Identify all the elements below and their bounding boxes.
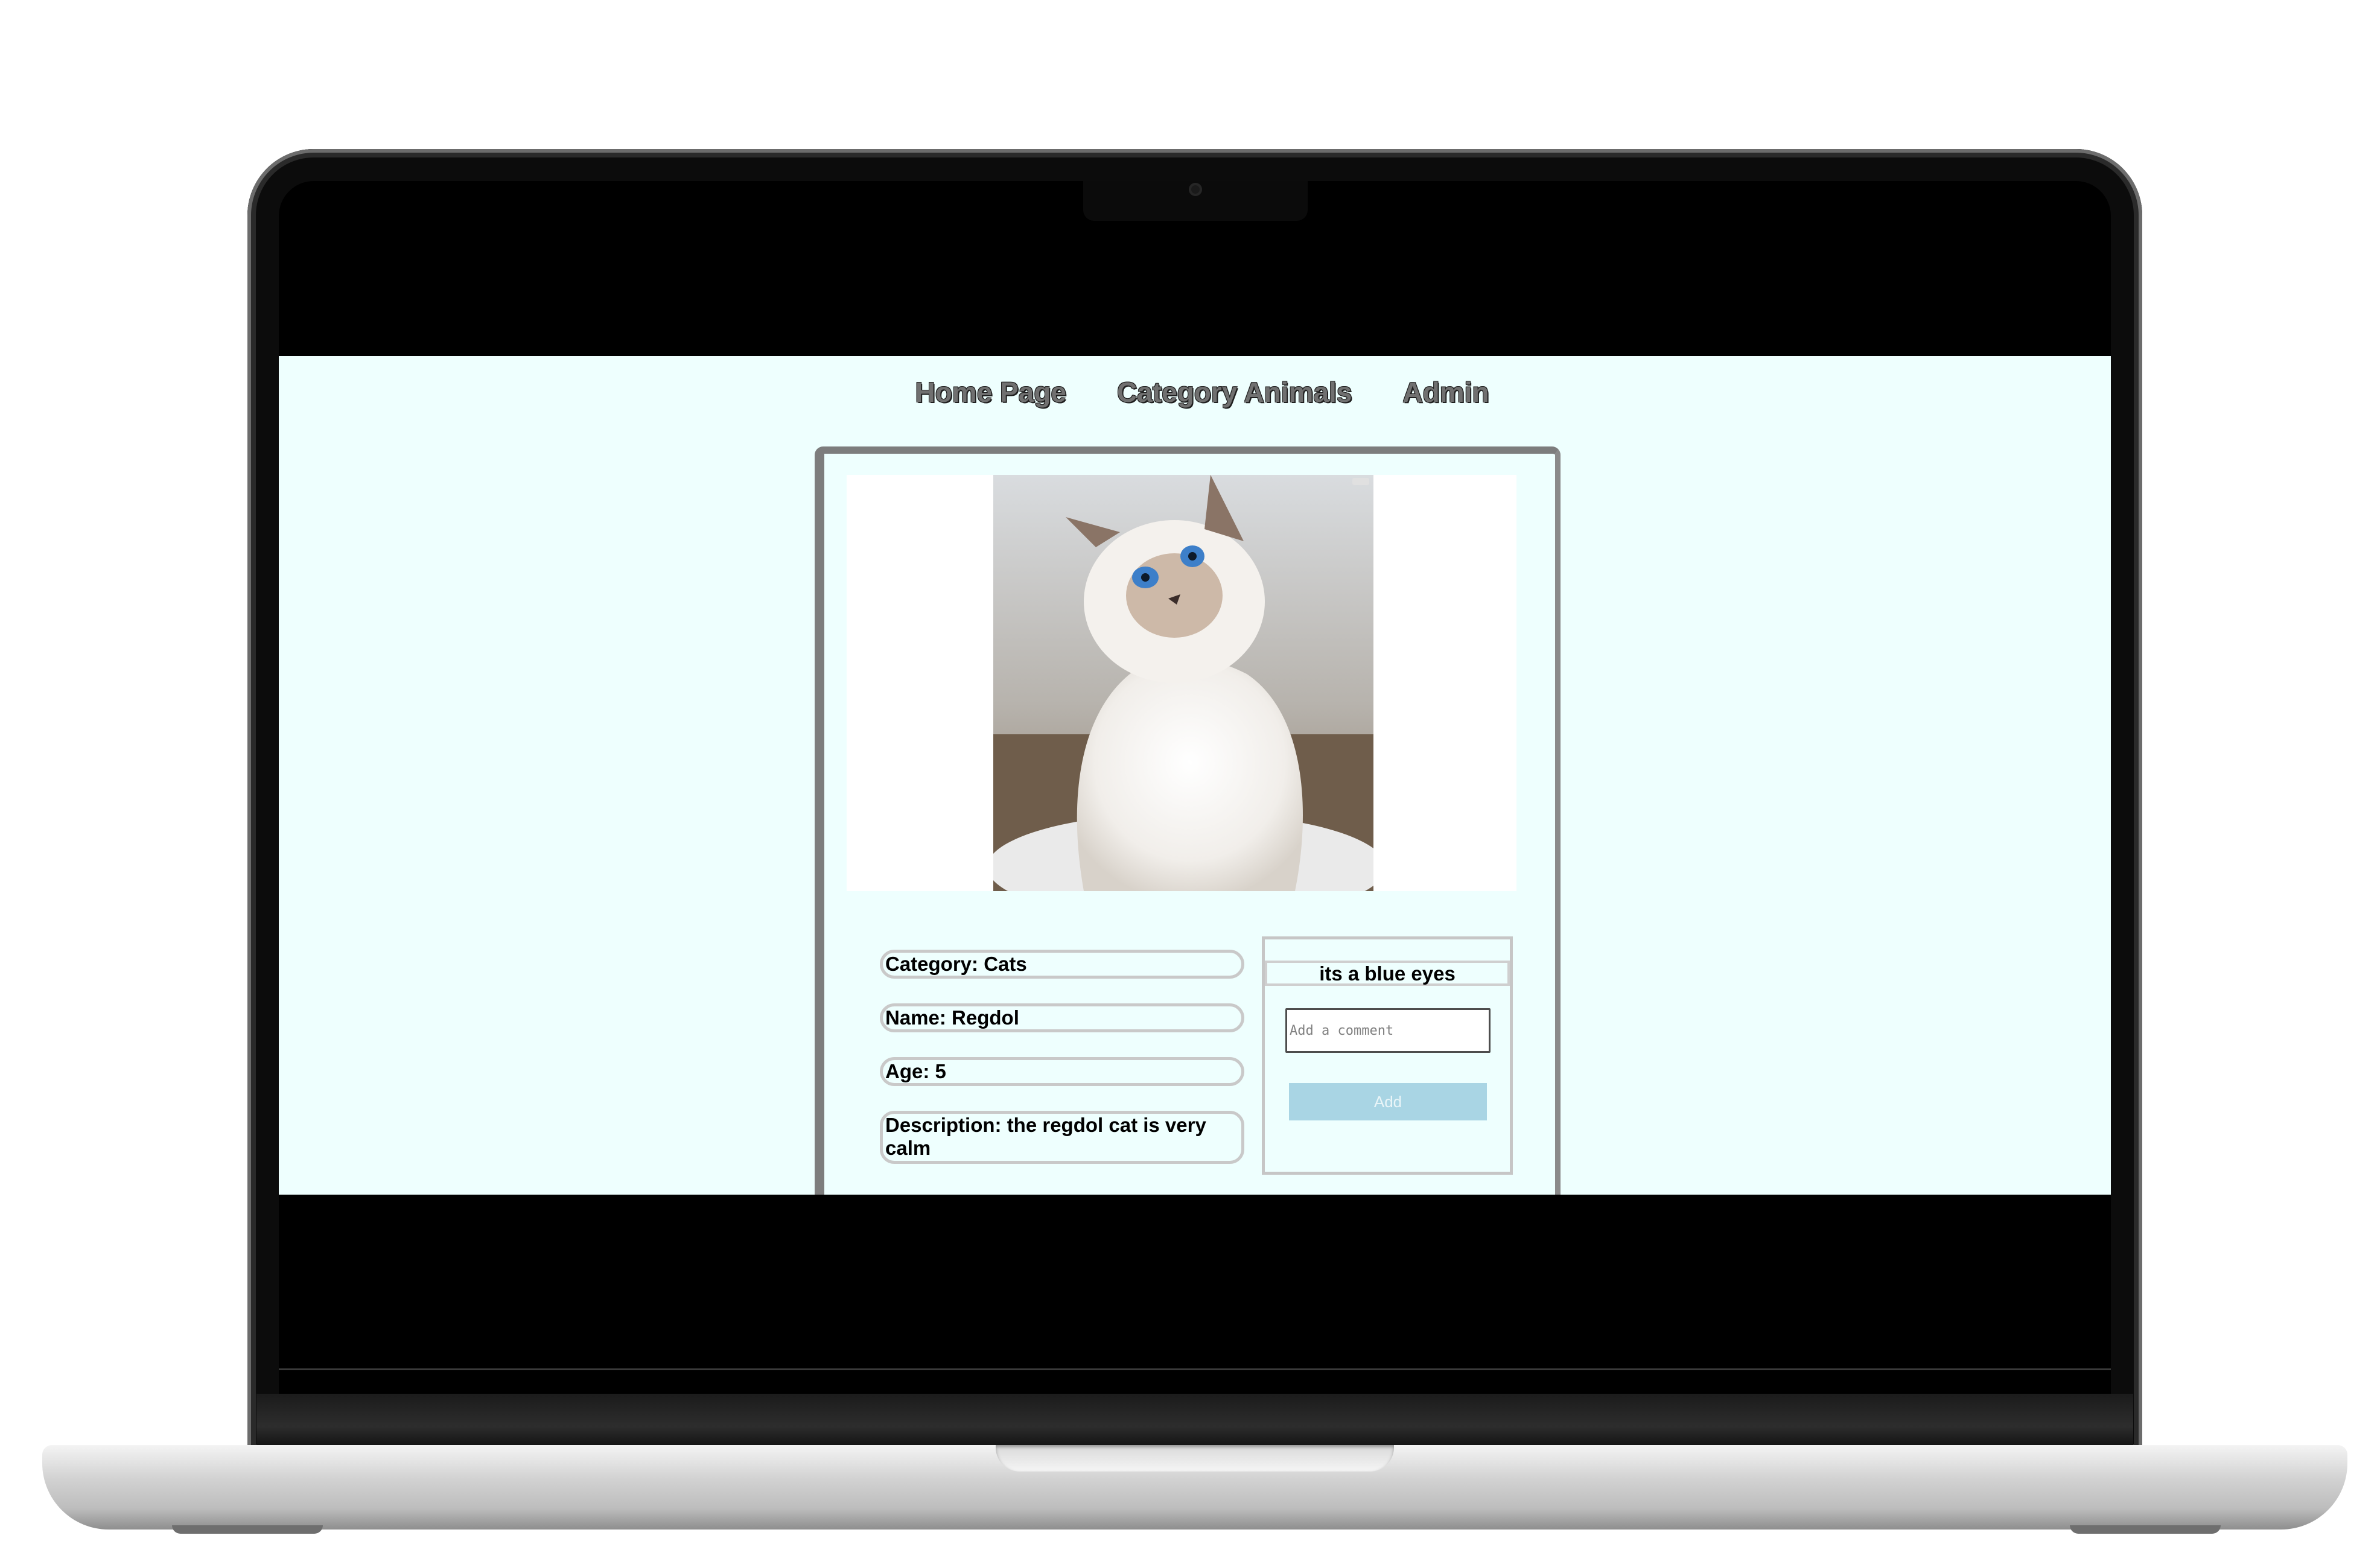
laptop-foot-right: [2070, 1525, 2221, 1534]
laptop-hinge: [256, 1394, 2133, 1448]
comments-panel: its a blue eyes Add: [1262, 936, 1513, 1175]
nav-category-animals[interactable]: Category Animals: [1117, 376, 1352, 408]
laptop-thumb-notch: [996, 1445, 1394, 1472]
laptop-foot-left: [172, 1525, 323, 1534]
comment-item: its a blue eyes: [1265, 961, 1510, 986]
age-field: Age: 5: [880, 1057, 1244, 1086]
category-field: Category: Cats: [880, 950, 1244, 979]
nav-admin[interactable]: Admin: [1402, 376, 1489, 408]
cat-illustration: [993, 475, 1373, 891]
nav-home-page[interactable]: Home Page: [915, 376, 1066, 408]
photo-frame: [847, 475, 1516, 891]
screen-edge: [279, 1368, 2111, 1370]
comment-input[interactable]: [1285, 1008, 1491, 1053]
camera-icon: [1189, 183, 1202, 196]
description-field: Description: the regdol cat is very calm: [880, 1111, 1244, 1164]
name-field: Name: Regdol: [880, 1003, 1244, 1032]
animal-card: Category: Cats Name: Regdol Age: 5 Descr…: [815, 446, 1561, 1195]
cat-photo: [993, 475, 1373, 891]
browser-viewport: Home Page Category Animals Admin Categor…: [279, 356, 2111, 1195]
screen-lower-area: [279, 1195, 2111, 1370]
top-navigation: Home Page Category Animals Admin: [279, 356, 2111, 428]
add-comment-button[interactable]: Add: [1289, 1083, 1487, 1120]
